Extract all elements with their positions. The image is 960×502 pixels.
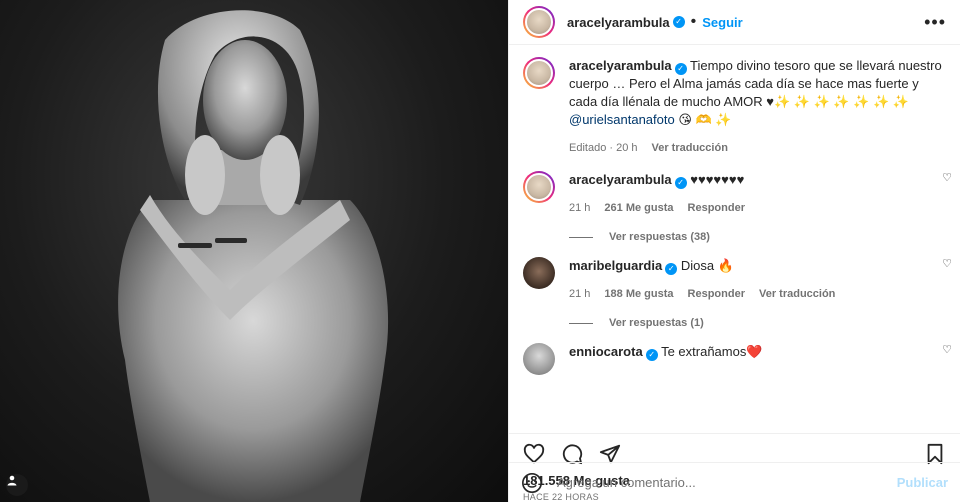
avatar[interactable] bbox=[523, 343, 555, 375]
verified-icon: ✓ bbox=[672, 16, 685, 28]
post-header: aracelyarambula ✓ • Seguir ••• bbox=[509, 0, 960, 45]
reply-button[interactable]: Responder bbox=[688, 199, 745, 217]
comment-meta: 21 h 188 Me gusta Responder Ver traducci… bbox=[569, 285, 946, 303]
post-modal: aracelyarambula ✓ • Seguir ••• aracelyar… bbox=[0, 0, 960, 502]
comment-username[interactable]: maribelguardia bbox=[569, 258, 662, 273]
verified-icon: ✓ bbox=[665, 263, 678, 275]
reply-button[interactable]: Responder bbox=[688, 285, 745, 303]
portrait-image bbox=[118, 10, 389, 502]
user-tag-icon bbox=[7, 475, 17, 486]
verified-icon: ✓ bbox=[674, 177, 687, 189]
see-translation-link[interactable]: Ver traducción bbox=[652, 139, 728, 157]
comment-like-icon[interactable]: ♡ bbox=[942, 343, 952, 356]
comment-likes[interactable]: 261 Me gusta bbox=[604, 199, 673, 217]
view-replies-label: Ver respuestas (1) bbox=[609, 317, 704, 329]
edited-time: Editado · 20 h bbox=[569, 142, 638, 154]
comment-item: maribelguardia ✓ Diosa 🔥 21 h 188 Me gust… bbox=[523, 257, 952, 303]
separator-dot: • bbox=[690, 13, 697, 30]
avatar[interactable] bbox=[523, 6, 555, 38]
follow-button[interactable]: Seguir bbox=[702, 15, 742, 30]
comment-like-icon[interactable]: ♡ bbox=[942, 257, 952, 270]
view-replies-button[interactable]: Ver respuestas (38) bbox=[569, 231, 946, 243]
post-sidebar: aracelyarambula ✓ • Seguir ••• aracelyar… bbox=[508, 0, 960, 502]
author-username[interactable]: aracelyarambula bbox=[567, 15, 670, 30]
more-options-icon[interactable]: ••• bbox=[924, 12, 946, 33]
comment-text: Te extrañamos❤️ bbox=[661, 344, 763, 359]
view-replies-button[interactable]: Ver respuestas (1) bbox=[569, 317, 946, 329]
caption: aracelyarambula ✓ Tiempo divino tesoro qu… bbox=[523, 57, 946, 157]
avatar[interactable] bbox=[523, 257, 555, 289]
avatar[interactable] bbox=[523, 171, 555, 203]
comment-item: enniocarota ✓ Te extrañamos❤️ ♡ bbox=[523, 343, 952, 375]
caption-mention[interactable]: @urielsantanafoto bbox=[569, 112, 675, 127]
comment-meta: 21 h 261 Me gusta Responder bbox=[569, 199, 946, 217]
post-photo bbox=[0, 0, 508, 502]
comment-username[interactable]: aracelyarambula bbox=[569, 172, 672, 187]
replies-line bbox=[569, 322, 593, 324]
comment-text: ♥♥♥♥♥♥♥ bbox=[690, 172, 745, 187]
avatar[interactable] bbox=[523, 57, 555, 89]
caption-meta: Editado · 20 h Ver traducción bbox=[569, 139, 946, 157]
comment-item: aracelyarambula ✓ ♥♥♥♥♥♥♥ 21 h 261 Me gus… bbox=[523, 171, 952, 217]
verified-icon: ✓ bbox=[645, 349, 658, 361]
comment-time: 21 h bbox=[569, 202, 591, 214]
comment-composer: Publicar bbox=[509, 462, 960, 502]
caption-emojis: 😘 🫶 ✨ bbox=[674, 112, 732, 127]
comments-list: aracelyarambula ✓ Tiempo divino tesoro qu… bbox=[509, 45, 960, 433]
comment-input[interactable] bbox=[557, 475, 897, 490]
caption-username[interactable]: aracelyarambula bbox=[569, 58, 672, 73]
emoji-icon[interactable] bbox=[521, 472, 543, 494]
view-replies-label: Ver respuestas (38) bbox=[609, 231, 710, 243]
replies-line bbox=[569, 236, 593, 238]
comment-likes[interactable]: 188 Me gusta bbox=[604, 285, 673, 303]
comment-text: Diosa 🔥 bbox=[680, 258, 734, 273]
comment-time: 21 h bbox=[569, 288, 591, 300]
verified-icon: ✓ bbox=[674, 63, 687, 75]
publish-button[interactable]: Publicar bbox=[897, 475, 948, 490]
comment-username[interactable]: enniocarota bbox=[569, 344, 643, 359]
comment-like-icon[interactable]: ♡ bbox=[942, 171, 952, 184]
see-translation-link[interactable]: Ver traducción bbox=[759, 285, 835, 303]
user-tag-button[interactable] bbox=[6, 474, 28, 496]
